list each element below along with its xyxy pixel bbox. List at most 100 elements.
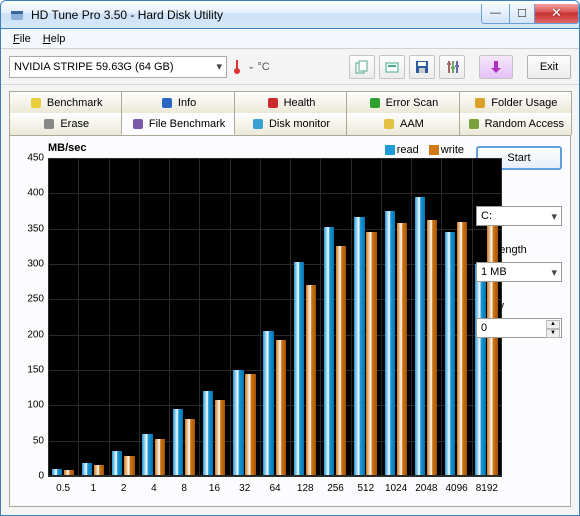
- menubar: File Help: [1, 29, 579, 49]
- error-scan-icon: [368, 96, 382, 110]
- y-tick: 350: [18, 223, 44, 234]
- y-tick: 100: [18, 400, 44, 411]
- bar-write: [397, 223, 407, 476]
- app-icon: [9, 7, 25, 23]
- bar-write: [124, 456, 134, 476]
- titlebar[interactable]: HD Tune Pro 3.50 - Hard Disk Utility — ☐…: [1, 1, 579, 29]
- thermometer-icon: [231, 59, 247, 75]
- x-tick: 4096: [445, 483, 467, 494]
- bar-read: [112, 451, 122, 476]
- x-tick: 1: [91, 483, 97, 494]
- x-tick: 1024: [385, 483, 407, 494]
- bar-read: [354, 217, 364, 476]
- temp-dash: -: [249, 59, 253, 74]
- bar-read: [385, 211, 395, 476]
- tab-erase[interactable]: Erase: [9, 113, 122, 135]
- health-icon: [266, 96, 280, 110]
- bar-read: [475, 264, 485, 476]
- info-icon: [160, 96, 174, 110]
- tab-benchmark[interactable]: Benchmark: [9, 91, 122, 113]
- legend: read write: [385, 144, 464, 156]
- bar-read: [233, 370, 243, 476]
- save-button[interactable]: [409, 55, 435, 79]
- bar-write: [215, 400, 225, 476]
- y-tick: 150: [18, 365, 44, 376]
- x-tick: 0.5: [56, 483, 70, 494]
- bar-read: [294, 262, 304, 476]
- y-tick: 50: [18, 435, 44, 446]
- bar-write: [366, 232, 376, 476]
- temp-unit: °C: [257, 61, 281, 73]
- tab-folder-usage[interactable]: Folder Usage: [459, 91, 572, 113]
- tab-info[interactable]: Info: [121, 91, 234, 113]
- aam-icon: [382, 117, 396, 131]
- bar-write: [155, 439, 165, 476]
- download-button[interactable]: [479, 55, 513, 79]
- app-window: HD Tune Pro 3.50 - Hard Disk Utility — ☐…: [0, 0, 580, 516]
- minimize-button[interactable]: —: [481, 4, 509, 24]
- tab-file-benchmark[interactable]: File Benchmark: [121, 113, 234, 135]
- delay-field[interactable]: 0 ▲▼: [476, 318, 562, 338]
- y-tick: 300: [18, 259, 44, 270]
- bar-read: [263, 331, 273, 476]
- folder-usage-icon: [473, 96, 487, 110]
- y-tick: 400: [18, 188, 44, 199]
- benchmark-icon: [29, 96, 43, 110]
- x-tick: 2: [121, 483, 127, 494]
- screenshot-button[interactable]: [379, 55, 405, 79]
- menu-file[interactable]: File: [7, 31, 37, 47]
- window-title: HD Tune Pro 3.50 - Hard Disk Utility: [31, 8, 481, 22]
- bar-read: [415, 197, 425, 476]
- drive-select[interactable]: NVIDIA STRIPE 59.63G (64 GB): [9, 56, 227, 78]
- bar-read: [203, 391, 213, 476]
- bar-write: [336, 246, 346, 476]
- x-tick: 4: [151, 483, 157, 494]
- x-tick: 2048: [415, 483, 437, 494]
- bar-write: [457, 222, 467, 476]
- x-tick: 8192: [476, 483, 498, 494]
- tab-random-access[interactable]: Random Access: [459, 113, 572, 135]
- drive-select-value: NVIDIA STRIPE 59.63G (64 GB): [14, 61, 174, 73]
- tab-container: BenchmarkInfoHealthError ScanFolder Usag…: [1, 85, 579, 515]
- toolbar: NVIDIA STRIPE 59.63G (64 GB) - °C Exit: [1, 49, 579, 85]
- bar-write: [276, 340, 286, 476]
- x-tick: 128: [297, 483, 314, 494]
- bar-write: [427, 220, 437, 476]
- bar-read: [445, 232, 455, 476]
- tab-disk-monitor[interactable]: Disk monitor: [234, 113, 347, 135]
- chart: MB/sec read write 0 50 100 150 200 250 300 350 4…: [18, 144, 468, 498]
- tab-aam[interactable]: AAM: [346, 113, 459, 135]
- y-tick: 250: [18, 294, 44, 305]
- bar-read: [173, 409, 183, 476]
- x-tick: 256: [327, 483, 344, 494]
- bar-write: [245, 374, 255, 476]
- drive-field[interactable]: C:: [476, 206, 562, 226]
- x-tick: 32: [239, 483, 250, 494]
- filelen-field[interactable]: 1 MB: [476, 262, 562, 282]
- y-tick: 0: [18, 471, 44, 482]
- exit-button[interactable]: Exit: [527, 55, 571, 79]
- maximize-button[interactable]: ☐: [509, 4, 535, 24]
- bar-write: [185, 419, 195, 476]
- bar-write: [487, 215, 497, 476]
- x-tick: 8: [181, 483, 187, 494]
- disk-monitor-icon: [251, 117, 265, 131]
- tab-error-scan[interactable]: Error Scan: [346, 91, 459, 113]
- y-axis-label: MB/sec: [48, 142, 87, 154]
- settings-button[interactable]: [439, 55, 465, 79]
- x-tick: 64: [269, 483, 280, 494]
- random-access-icon: [467, 117, 481, 131]
- bar-read: [142, 434, 152, 476]
- menu-help[interactable]: Help: [37, 31, 72, 47]
- close-button[interactable]: ✕: [535, 4, 579, 24]
- copy-button[interactable]: [349, 55, 375, 79]
- y-tick: 200: [18, 329, 44, 340]
- x-tick: 16: [209, 483, 220, 494]
- spinner-up[interactable]: ▲: [546, 320, 560, 329]
- spinner-down[interactable]: ▼: [546, 329, 560, 338]
- plot-area: [48, 158, 502, 476]
- erase-icon: [42, 117, 56, 131]
- x-tick: 512: [357, 483, 374, 494]
- tab-health[interactable]: Health: [234, 91, 347, 113]
- tab-panel-file-benchmark: MB/sec read write 0 50 100 150 200 250 300 350 4…: [9, 135, 571, 507]
